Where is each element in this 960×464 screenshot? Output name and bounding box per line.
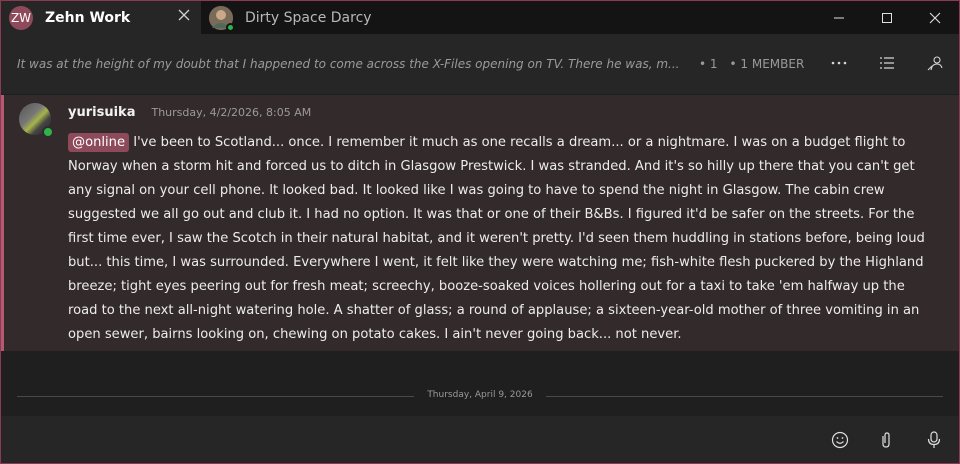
title-bar: ZW Zehn Work Dirty Space Darcy [1,1,959,34]
presence-dot [226,22,235,32]
composer-bar[interactable] [1,416,959,463]
avatar[interactable] [19,103,54,138]
close-icon[interactable] [175,8,193,26]
channel-header: It was at the height of my doubt that I … [1,34,959,94]
emoji-icon[interactable] [827,427,853,453]
separator-line [546,396,943,397]
tab-dirty-space-darcy[interactable]: Dirty Space Darcy [201,1,441,34]
tab-title: Zehn Work [45,9,131,26]
user-avatar-icon [209,5,235,32]
close-icon[interactable] [911,1,959,34]
message-header: yurisuika Thursday, 4/2/2026, 8:05 AM [68,105,311,120]
date-separator: Thursday, April 9, 2026 [427,390,533,400]
tab-zehn-work[interactable]: ZW Zehn Work [1,1,201,34]
more-icon[interactable] [824,48,854,78]
attach-icon[interactable] [873,427,899,453]
presence-dot [42,126,54,138]
tab-title: Dirty Space Darcy [245,9,372,26]
microphone-icon[interactable] [921,427,947,453]
message-author[interactable]: yurisuika [68,105,135,120]
maximize-icon[interactable] [863,1,911,34]
message-timestamp: Thursday, 4/2/2026, 8:05 AM [151,106,312,119]
tab-avatar: ZW [9,5,33,30]
minimize-icon[interactable] [815,1,863,34]
window-controls [815,1,959,34]
message-item: yurisuika Thursday, 4/2/2026, 8:05 AM @o… [1,95,959,351]
channel-topic[interactable]: It was at the height of my doubt that I … [17,57,687,71]
mention-pill[interactable]: @online [68,133,130,152]
message-body: @online I've been to Scotland... once. I… [68,131,938,347]
message-text: I've been to Scotland... once. I remembe… [68,135,925,342]
members-icon[interactable] [920,48,950,78]
member-count[interactable]: • 1 MEMBER [730,57,805,71]
message-count: • 1 [699,57,718,71]
thread-list-icon[interactable] [872,48,902,78]
